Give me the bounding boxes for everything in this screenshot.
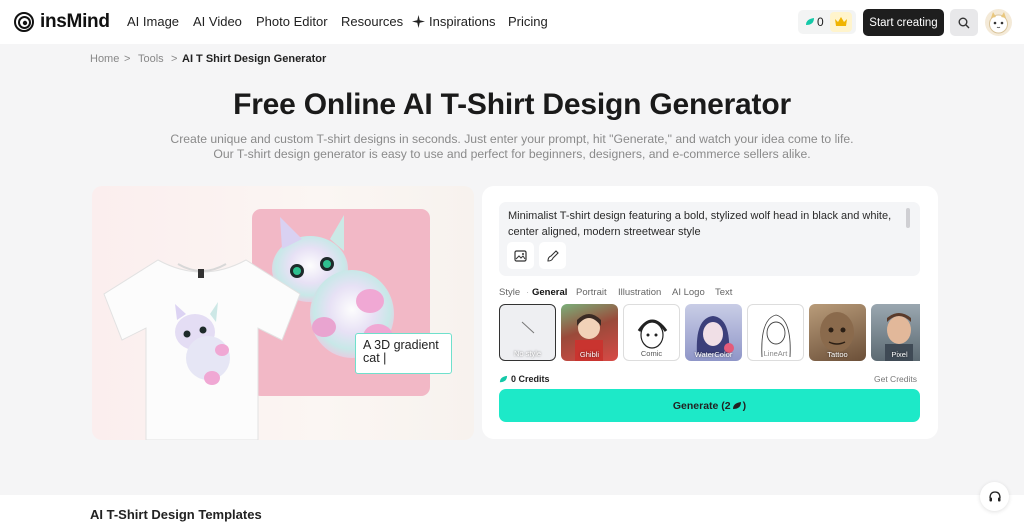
style-label-lineart: LineArt (763, 349, 788, 358)
logo-text: insMind (40, 11, 110, 32)
generate-label: Generate (2 (672, 399, 731, 412)
brand-logo[interactable]: insMind (14, 11, 110, 33)
credits-status: 0 Credits (499, 374, 550, 384)
image-upload-icon (513, 249, 527, 262)
start-creating-button[interactable]: Start creating (863, 9, 944, 36)
tab-illustration[interactable]: Illustration (618, 287, 661, 298)
style-label-pixel: Pixel (891, 350, 908, 359)
style-divider: · (526, 287, 530, 298)
tab-ai-logo[interactable]: AI Logo (672, 287, 705, 298)
prompt-input[interactable]: Minimalist T-shirt design featuring a bo… (499, 202, 920, 276)
logo-swirl-icon (14, 12, 34, 32)
style-label-watercolor: WaterColor (694, 350, 733, 359)
crown-icon[interactable] (830, 12, 852, 32)
style-pixel[interactable]: Pixel (871, 304, 920, 361)
nav-ai-image[interactable]: AI Image (127, 14, 179, 29)
style-watercolor[interactable]: WaterColor (685, 304, 742, 361)
breadcrumb-home[interactable]: Home (90, 53, 119, 65)
nav-inspirations-label: Inspirations (429, 14, 496, 29)
generate-suffix: ) (742, 399, 747, 412)
style-label: Style (499, 287, 521, 298)
style-no-style[interactable]: No style (499, 304, 556, 361)
style-label-comic: Comic (640, 349, 663, 358)
support-chat-button[interactable] (980, 482, 1009, 511)
style-label-tattoo: Tattoo (827, 350, 848, 359)
avatar-cat-icon (989, 12, 1008, 34)
get-credits-link[interactable]: Get Credits (874, 374, 917, 384)
top-nav-bar: insMind AI Image AI Video Photo Editor R… (0, 0, 1024, 44)
templates-title: AI T-Shirt Design Templates (90, 507, 262, 522)
style-ghibli[interactable]: Ghibli (561, 304, 618, 361)
breadcrumb-current: AI T Shirt Design Generator (182, 53, 327, 65)
generator-panel: Minimalist T-shirt design featuring a bo… (482, 186, 938, 439)
breadcrumb-separator: > (171, 53, 178, 65)
credit-drop-icon (806, 18, 814, 25)
prompt-text[interactable]: Minimalist T-shirt design featuring a bo… (508, 208, 898, 240)
headset-icon (988, 490, 1001, 501)
search-icon (958, 17, 970, 28)
sparkle-icon (412, 15, 425, 28)
tshirt-mockup (103, 259, 301, 440)
style-comic[interactable]: Comic (623, 304, 680, 361)
credits-count: 0 (817, 15, 824, 29)
nav-inspirations[interactable]: Inspirations (412, 14, 495, 29)
prompt-scrollbar[interactable] (906, 208, 910, 228)
style-label-no-style: No style (513, 349, 542, 358)
search-button[interactable] (950, 9, 978, 36)
user-avatar[interactable] (985, 9, 1012, 36)
credit-drop-icon (499, 375, 508, 382)
showcase-image: A 3D gradient cat | (92, 186, 474, 440)
nav-photo-editor[interactable]: Photo Editor (256, 14, 328, 29)
prompt-bubble: A 3D gradient cat | (355, 333, 452, 374)
tab-text[interactable]: Text (715, 287, 732, 298)
credits-label: 0 Credits (511, 374, 550, 384)
nav-pricing[interactable]: Pricing (508, 14, 548, 29)
generate-button[interactable]: Generate (2 ) (499, 389, 920, 422)
nav-resources[interactable]: Resources (341, 14, 403, 29)
brush-icon (546, 249, 559, 262)
style-label-ghibli: Ghibli (579, 350, 600, 359)
style-tattoo[interactable]: Tattoo (809, 304, 866, 361)
upload-image-button[interactable] (507, 242, 534, 269)
page-subtitle: Create unique and custom T-shirt designs… (170, 132, 854, 161)
credit-drop-icon (732, 401, 741, 409)
breadcrumb-separator: > (124, 53, 131, 65)
style-thumbnails: No style Ghibli Comic WaterColor LineArt… (499, 304, 920, 362)
breadcrumb-tools[interactable]: Tools (138, 53, 164, 65)
credits-badge[interactable]: 0 (798, 10, 856, 34)
tab-portrait[interactable]: Portrait (576, 287, 607, 298)
templates-section: AI T-Shirt Design Templates (0, 495, 1024, 525)
tab-general[interactable]: General (532, 287, 567, 298)
style-lineart[interactable]: LineArt (747, 304, 804, 361)
page-title: Free Online AI T-Shirt Design Generator (233, 88, 791, 121)
nav-ai-video[interactable]: AI Video (193, 14, 242, 29)
sketch-button[interactable] (539, 242, 566, 269)
